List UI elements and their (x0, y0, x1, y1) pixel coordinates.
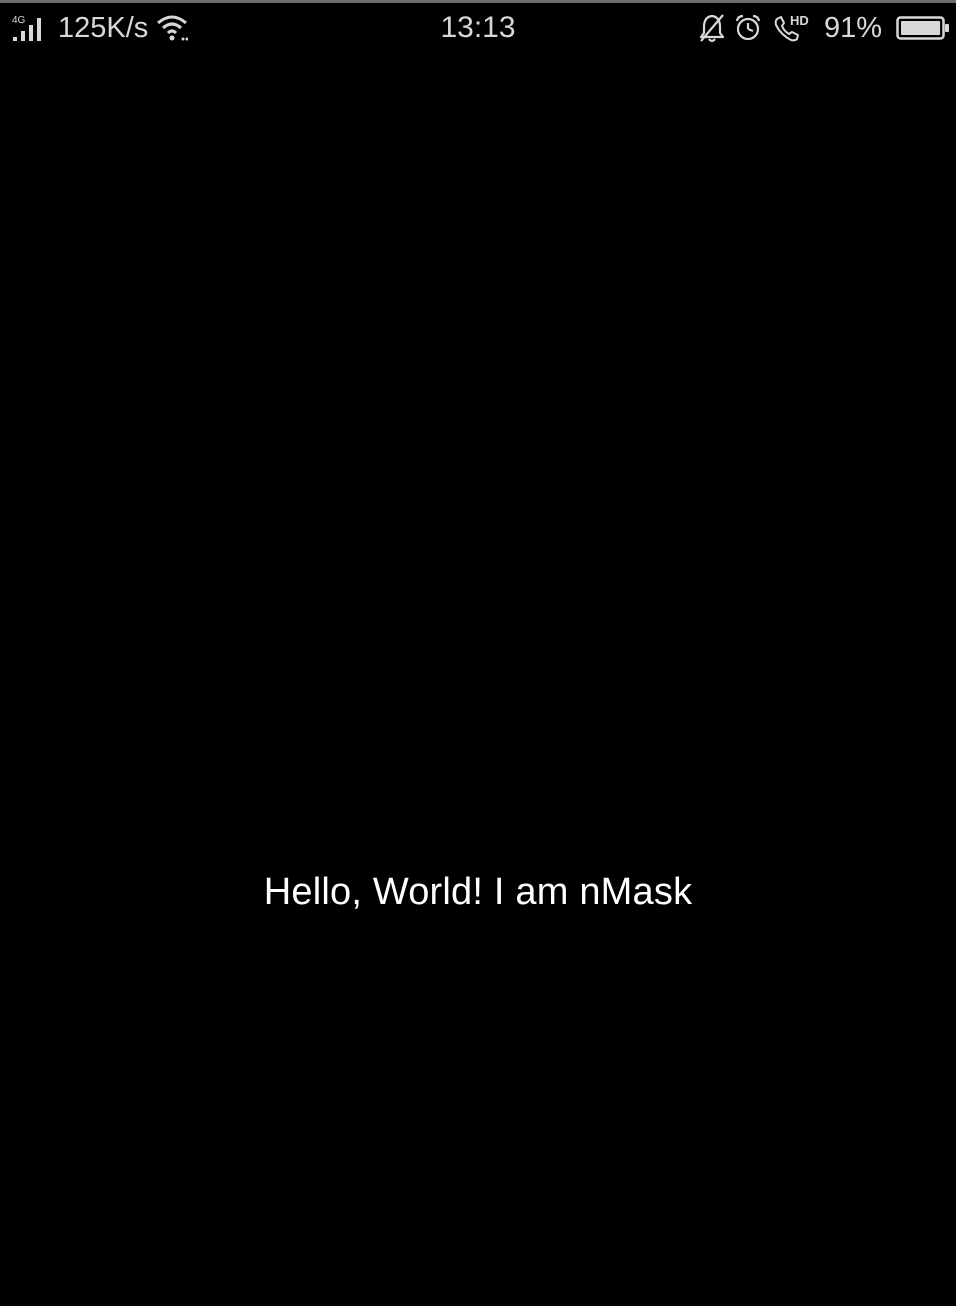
data-speed: 125K/s (58, 12, 149, 44)
network-type-label: 4G (12, 15, 26, 26)
app-screen: 4G 125K/s 13:13 HD 91% Hello, World! I a… (0, 0, 956, 1306)
battery-fill (901, 21, 941, 35)
alarm-icon (734, 13, 762, 43)
status-bar: 4G 125K/s 13:13 HD 91% (0, 3, 956, 57)
status-bar-right: HD 91% (698, 11, 950, 45)
battery-icon (896, 14, 950, 42)
hd-badge: HD (790, 13, 809, 28)
battery-percent: 91% (823, 12, 882, 44)
signal-icon: 4G (12, 14, 48, 42)
status-bar-left: 4G 125K/s (12, 11, 189, 45)
hd-call-icon: HD (772, 13, 812, 43)
wifi-icon (156, 14, 189, 42)
hello-message: Hello, World! I am nMask (263, 871, 693, 913)
main-content: Hello, World! I am nMask (0, 867, 956, 917)
bell-off-icon (698, 13, 726, 43)
